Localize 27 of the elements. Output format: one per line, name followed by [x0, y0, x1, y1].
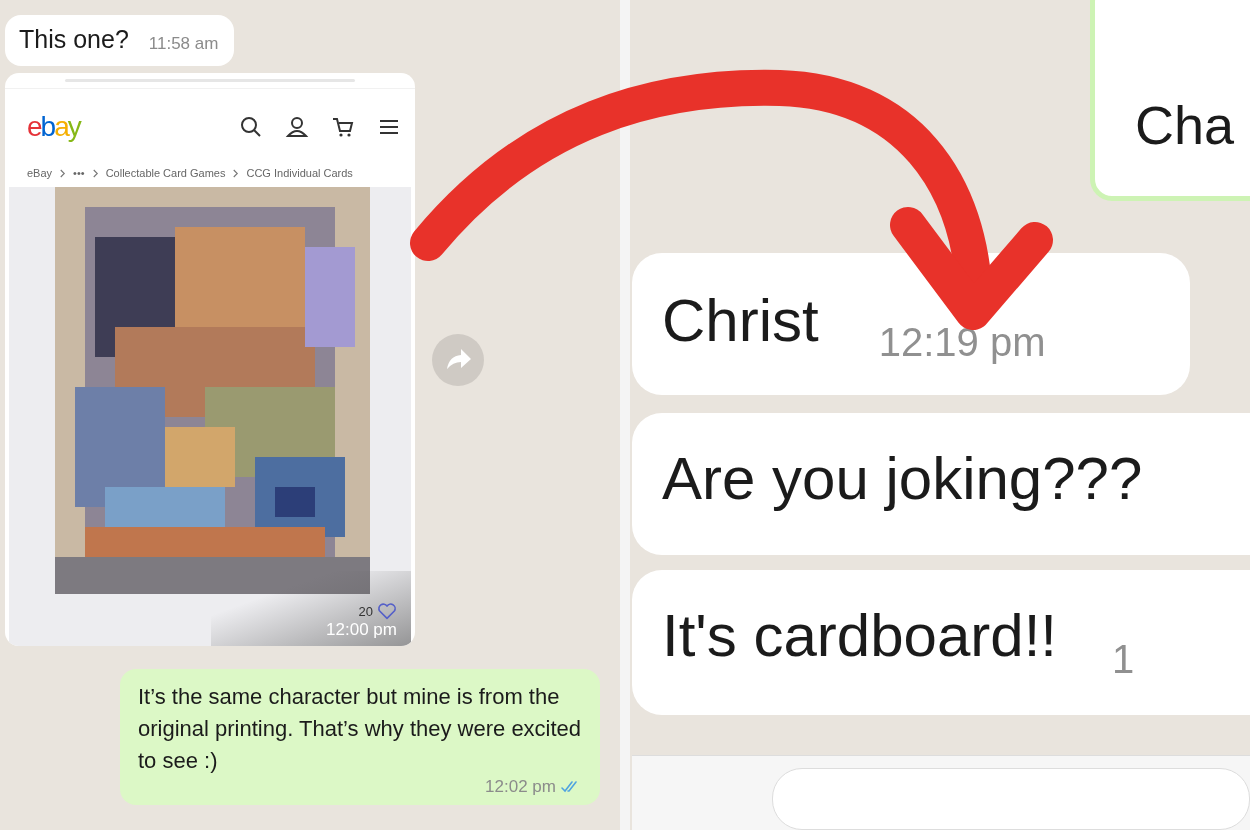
- message-text: Cha: [1135, 94, 1235, 157]
- message-input-field[interactable]: [772, 768, 1250, 830]
- breadcrumb-link[interactable]: CCG Individual Cards: [246, 167, 353, 179]
- message-text: Christ: [662, 286, 819, 356]
- cart-icon: [331, 115, 355, 139]
- message-text: Are you joking???: [662, 444, 1143, 514]
- message-time: 12:02 pm: [485, 777, 556, 797]
- message-text: This one?: [19, 25, 129, 54]
- link-preview-card[interactable]: ebay eBay ••• Collectable Card Games CCG Individual Cards 20 12:00 pm: [5, 73, 415, 646]
- user-icon: [285, 115, 309, 139]
- chevron-icon: [232, 168, 240, 178]
- message-text: It’s the same character but mine is from the original printing. That’s why they were excited to see :): [138, 683, 582, 775]
- breadcrumb-link[interactable]: Collectable Card Games: [105, 167, 226, 179]
- chevron-icon: [91, 168, 99, 178]
- message-time: 12:19 pm: [878, 320, 1046, 366]
- breadcrumb-link[interactable]: eBay: [27, 167, 53, 179]
- forward-icon[interactable]: [432, 333, 484, 386]
- like-count: 20: [358, 603, 373, 619]
- chevron-icon: [59, 168, 67, 178]
- message-time: 11:58 am: [148, 34, 219, 54]
- ebay-logo: ebay: [27, 111, 80, 143]
- breadcrumb-link[interactable]: •••: [73, 167, 85, 179]
- message-time: 1: [1112, 637, 1135, 682]
- message-time: 12:00 pm: [326, 620, 397, 640]
- search-icon: [239, 115, 263, 139]
- message-text: It's cardboard!!: [662, 601, 1057, 670]
- heart-icon[interactable]: [377, 602, 397, 620]
